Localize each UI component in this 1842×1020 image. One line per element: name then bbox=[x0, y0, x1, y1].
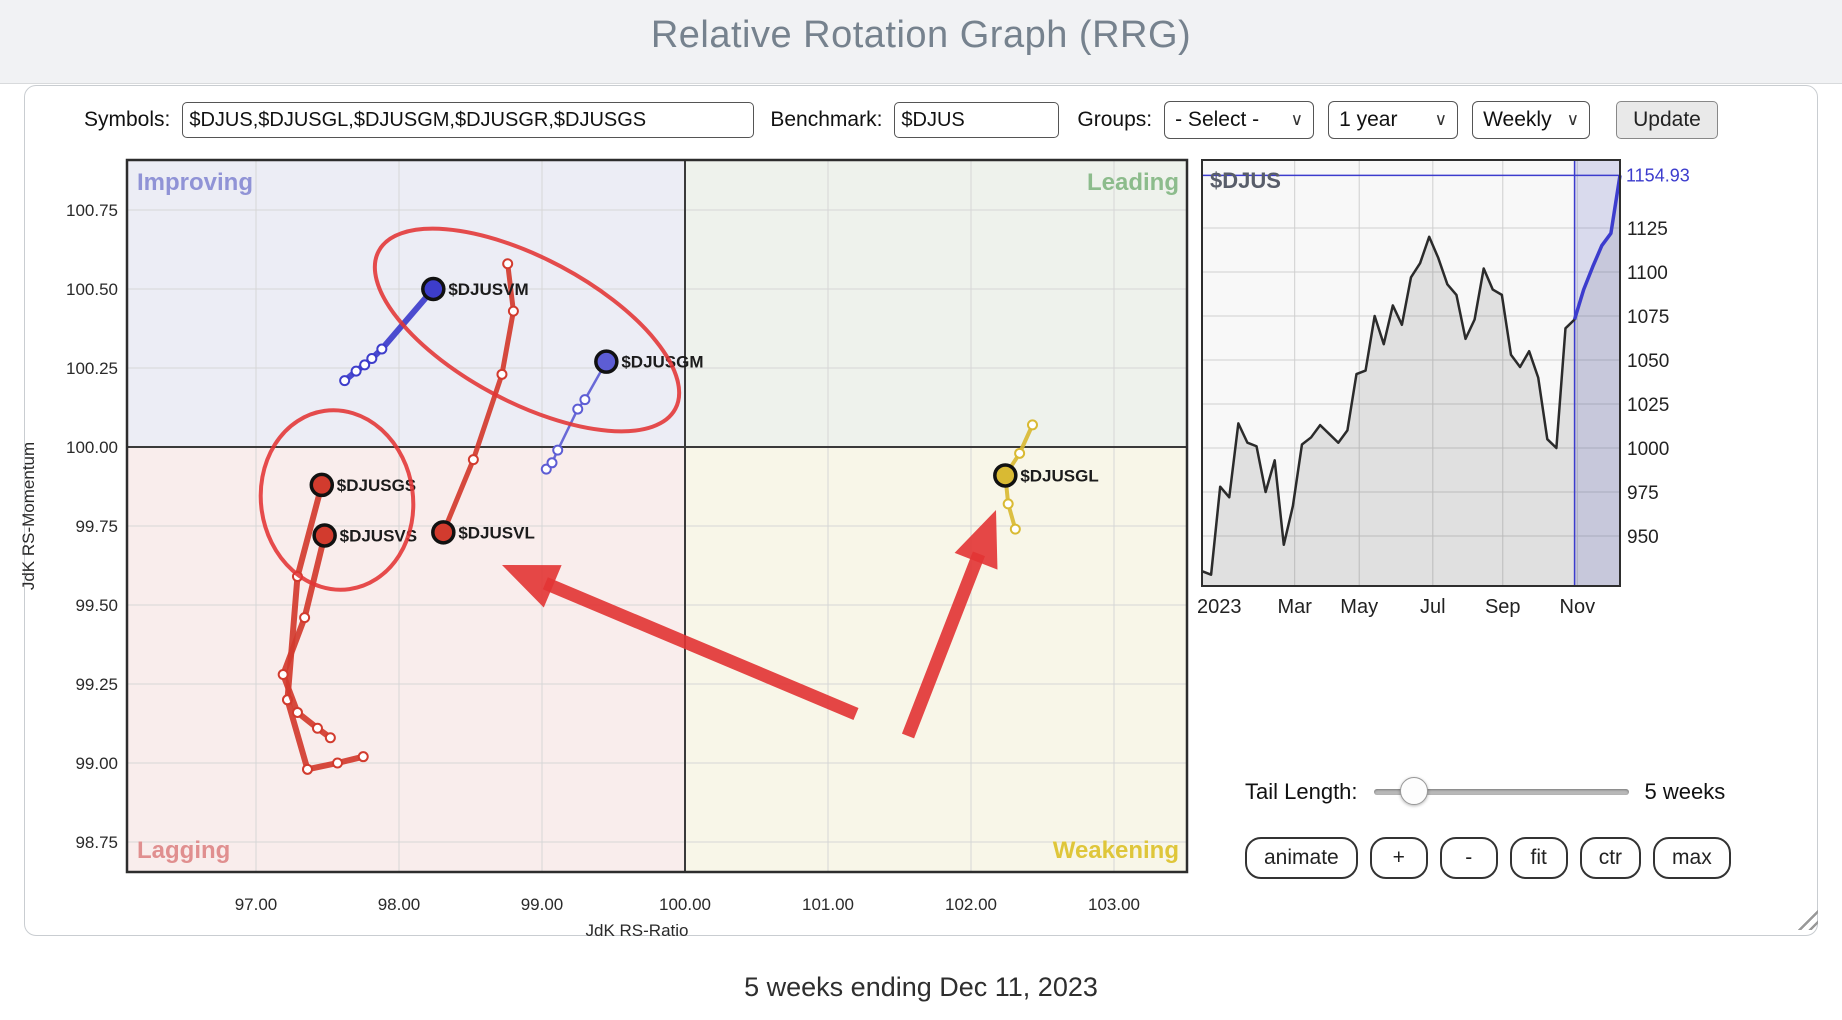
symbols-label: Symbols: bbox=[84, 108, 170, 132]
rrg-marker-djusgs[interactable] bbox=[311, 474, 332, 495]
animate-button[interactable]: animate bbox=[1245, 837, 1358, 879]
fit-button[interactable]: fit bbox=[1510, 837, 1568, 879]
tail-length-control: Tail Length: 5 weeks bbox=[1245, 772, 1805, 812]
chevron-down-icon: ∨ bbox=[1291, 110, 1303, 130]
rrg-marker-djusvm[interactable] bbox=[423, 279, 444, 300]
tail-length-slider[interactable] bbox=[1374, 789, 1629, 795]
period-select-value: 1 year bbox=[1339, 108, 1397, 132]
maximize-button[interactable]: max bbox=[1653, 837, 1731, 879]
tail-length-value: 5 weeks bbox=[1645, 779, 1726, 805]
benchmark-label: Benchmark: bbox=[770, 108, 882, 132]
tail-length-label: Tail Length: bbox=[1245, 779, 1358, 805]
rrg-marker-djusgm[interactable] bbox=[596, 351, 617, 372]
symbols-input[interactable] bbox=[182, 102, 754, 138]
zoom-in-button[interactable]: + bbox=[1370, 837, 1428, 879]
rrg-marker-djusvs[interactable] bbox=[314, 525, 335, 546]
center-button[interactable]: ctr bbox=[1580, 837, 1641, 879]
groups-select[interactable]: - Select - ∨ bbox=[1164, 101, 1314, 139]
groups-select-value: - Select - bbox=[1175, 108, 1259, 132]
rrg-marker-djusvl[interactable] bbox=[433, 522, 454, 543]
groups-label: Groups: bbox=[1077, 108, 1152, 132]
page-title: Relative Rotation Graph (RRG) bbox=[0, 14, 1842, 57]
chevron-down-icon: ∨ bbox=[1435, 110, 1447, 130]
slider-thumb[interactable] bbox=[1400, 777, 1428, 805]
benchmark-input[interactable] bbox=[894, 102, 1059, 138]
period-select[interactable]: 1 year ∨ bbox=[1328, 101, 1458, 139]
frequency-select-value: Weekly bbox=[1483, 108, 1551, 132]
toolbar: Symbols: Benchmark: Groups: - Select - ∨… bbox=[24, 98, 1818, 142]
footer-caption: 5 weeks ending Dec 11, 2023 bbox=[0, 972, 1842, 1003]
zoom-out-button[interactable]: - bbox=[1440, 837, 1498, 879]
chevron-down-icon: ∨ bbox=[1567, 110, 1579, 130]
rrg-app: { "header": { "title": "Relative Rotatio… bbox=[0, 0, 1842, 1020]
rrg-marker-djusgl[interactable] bbox=[995, 465, 1016, 486]
page-header: Relative Rotation Graph (RRG) bbox=[0, 0, 1842, 84]
update-button[interactable]: Update bbox=[1616, 101, 1718, 139]
chart-buttons: animate + - fit ctr max bbox=[1245, 837, 1731, 879]
frequency-select[interactable]: Weekly ∨ bbox=[1472, 101, 1590, 139]
